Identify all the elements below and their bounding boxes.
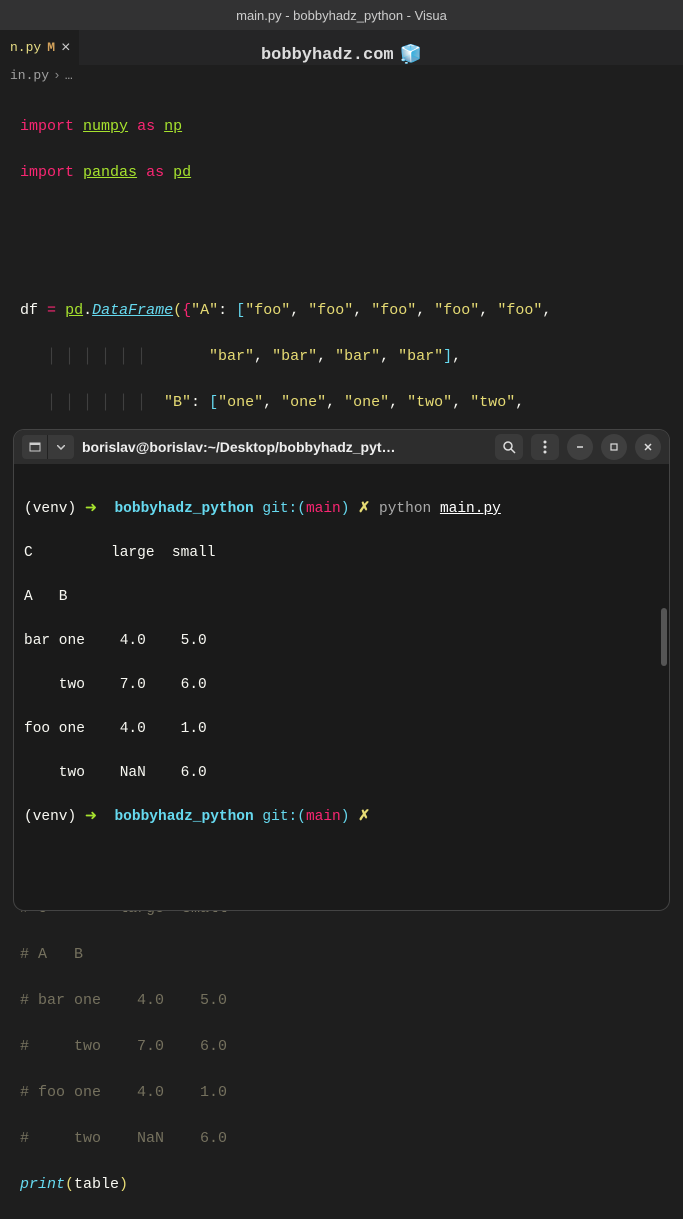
terminal-body[interactable]: (venv) ➜ bobbyhadz_python git:(main) ✗ p…	[14, 464, 669, 910]
code-line	[20, 253, 683, 276]
breadcrumb-file: in.py	[10, 68, 49, 83]
close-button[interactable]	[635, 434, 661, 460]
terminal-line: (venv) ➜ bobbyhadz_python git:(main) ✗ p…	[24, 498, 659, 520]
code-line: df = pd.DataFrame({"A": ["foo", "foo", "…	[20, 299, 683, 322]
tab-filename: n.py	[10, 40, 41, 55]
breadcrumb-more: …	[65, 68, 73, 83]
window-title: main.py - bobbyhadz_python - Visua	[236, 8, 447, 23]
terminal-line: (venv) ➜ bobbyhadz_python git:(main) ✗	[24, 806, 659, 828]
code-comment: # bar one 4.0 5.0	[20, 989, 683, 1012]
terminal-output: two NaN 6.0	[24, 762, 659, 784]
watermark: bobbyhadz.com 🧊	[261, 44, 422, 66]
terminal-search-button[interactable]	[495, 434, 523, 460]
breadcrumb[interactable]: in.py › …	[0, 65, 683, 86]
watermark-text: bobbyhadz.com	[261, 46, 394, 65]
terminal-icon	[29, 441, 41, 453]
terminal-output: A B	[24, 586, 659, 608]
code-line: import numpy as np	[20, 115, 683, 138]
tab-modified-indicator: M	[47, 40, 55, 55]
terminal-output: C large small	[24, 542, 659, 564]
terminal-output: bar one 4.0 5.0	[24, 630, 659, 652]
code-line: │ │ │ │ │ │ "bar", "bar", "bar", "bar"],	[20, 345, 683, 368]
kebab-menu-icon	[543, 440, 547, 454]
terminal-window: borislav@borislav:~/Desktop/bobbyhadz_py…	[14, 430, 669, 910]
minimize-icon	[575, 442, 585, 452]
tab-main-py[interactable]: n.py M ×	[0, 30, 80, 65]
terminal-new-tab-button[interactable]	[22, 435, 48, 459]
chevron-down-icon	[57, 445, 65, 450]
chevron-right-icon: ›	[53, 68, 61, 83]
code-line	[20, 207, 683, 230]
terminal-title: borislav@borislav:~/Desktop/bobbyhadz_py…	[82, 439, 487, 455]
terminal-dropdown-button[interactable]	[48, 435, 74, 459]
code-comment: # two 7.0 6.0	[20, 1035, 683, 1058]
search-icon	[502, 440, 516, 454]
terminal-output: two 7.0 6.0	[24, 674, 659, 696]
terminal-output: foo one 4.0 1.0	[24, 718, 659, 740]
close-icon	[643, 442, 653, 452]
terminal-scrollbar[interactable]	[661, 608, 667, 666]
code-comment: # A B	[20, 943, 683, 966]
maximize-icon	[609, 442, 619, 452]
code-line: │ │ │ │ │ │ "B": ["one", "one", "one", "…	[20, 391, 683, 414]
code-line: print(table)	[20, 1173, 683, 1196]
minimize-button[interactable]	[567, 434, 593, 460]
terminal-menu-button[interactable]	[531, 434, 559, 460]
terminal-header: borislav@borislav:~/Desktop/bobbyhadz_py…	[14, 430, 669, 464]
cube-icon: 🧊	[400, 44, 422, 66]
code-comment: # two NaN 6.0	[20, 1127, 683, 1150]
terminal-window-controls	[567, 434, 661, 460]
window-titlebar: main.py - bobbyhadz_python - Visua	[0, 0, 683, 30]
terminal-new-tab-group	[22, 435, 74, 459]
code-line: import pandas as pd	[20, 161, 683, 184]
maximize-button[interactable]	[601, 434, 627, 460]
code-comment: # foo one 4.0 1.0	[20, 1081, 683, 1104]
close-icon[interactable]: ×	[61, 39, 71, 57]
